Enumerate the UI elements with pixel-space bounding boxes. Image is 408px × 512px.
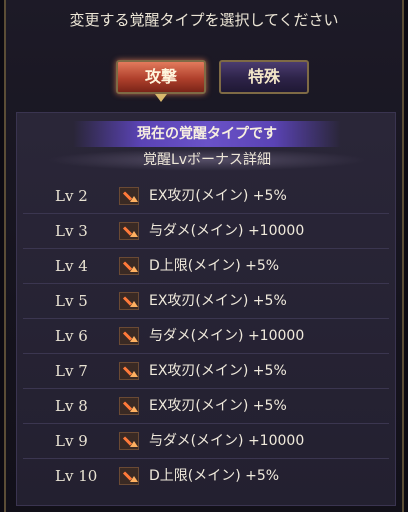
selected-tab-indicator-icon	[155, 94, 167, 102]
attack-up-icon	[119, 292, 139, 310]
awakening-select-window: 変更する覚醒タイプを選択してください 攻撃 特殊 現在の覚醒タイプです 覚醒Lv…	[4, 0, 404, 512]
bonus-effect: D上限(メイン) +5%	[149, 468, 280, 484]
awakening-detail-panel: 現在の覚醒タイプです 覚醒Lvボーナス詳細 Lv 2 EX攻刃(メイン) +5%…	[16, 112, 396, 506]
bonus-level: Lv 10	[55, 467, 98, 485]
awakening-type-tabs: 攻撃 特殊	[6, 60, 402, 96]
bonus-row: Lv 3 与ダメ(メイン) +10000	[23, 214, 389, 249]
bonus-level: Lv 2	[55, 187, 88, 205]
bonus-level: Lv 5	[55, 292, 88, 310]
attack-up-icon	[119, 432, 139, 450]
attack-up-icon	[119, 222, 139, 240]
bonus-row: Lv 6 与ダメ(メイン) +10000	[23, 319, 389, 354]
current-type-banner: 現在の覚醒タイプです	[73, 121, 341, 147]
attack-up-icon	[119, 327, 139, 345]
bonus-level: Lv 8	[55, 397, 88, 415]
tab-special[interactable]: 特殊	[219, 60, 309, 94]
bonus-effect: 与ダメ(メイン) +10000	[149, 328, 305, 344]
bonus-level: Lv 3	[55, 222, 88, 240]
bonus-row: Lv 9 与ダメ(メイン) +10000	[23, 424, 389, 459]
attack-up-icon	[119, 362, 139, 380]
bonus-level: Lv 6	[55, 327, 88, 345]
bonus-row: Lv 8 EX攻刃(メイン) +5%	[23, 389, 389, 424]
bonus-row: Lv 10 D上限(メイン) +5%	[23, 459, 389, 493]
tab-attack[interactable]: 攻撃	[116, 60, 206, 94]
attack-up-icon	[119, 187, 139, 205]
bonus-detail-header: 覚醒Lvボーナス詳細	[47, 149, 367, 171]
bonus-row: Lv 2 EX攻刃(メイン) +5%	[23, 179, 389, 214]
bonus-effect: EX攻刃(メイン) +5%	[149, 363, 287, 379]
bonus-effect: EX攻刃(メイン) +5%	[149, 293, 287, 309]
bonus-row: Lv 4 D上限(メイン) +5%	[23, 249, 389, 284]
window-title: 変更する覚醒タイプを選択してください	[69, 11, 339, 29]
attack-up-icon	[119, 397, 139, 415]
bonus-effect: 与ダメ(メイン) +10000	[149, 433, 305, 449]
bonus-effect: D上限(メイン) +5%	[149, 258, 280, 274]
bonus-level: Lv 4	[55, 257, 88, 275]
bonus-level: Lv 7	[55, 362, 88, 380]
bonus-row: Lv 5 EX攻刃(メイン) +5%	[23, 284, 389, 319]
bonus-effect: EX攻刃(メイン) +5%	[149, 188, 287, 204]
bonus-row: Lv 7 EX攻刃(メイン) +5%	[23, 354, 389, 389]
bonus-effect: 与ダメ(メイン) +10000	[149, 223, 305, 239]
attack-up-icon	[119, 257, 139, 275]
bonus-effect: EX攻刃(メイン) +5%	[149, 398, 287, 414]
bonus-list: Lv 2 EX攻刃(メイン) +5% Lv 3 与ダメ(メイン) +10000 …	[17, 179, 395, 493]
bonus-level: Lv 9	[55, 432, 88, 450]
attack-up-icon	[119, 467, 139, 485]
